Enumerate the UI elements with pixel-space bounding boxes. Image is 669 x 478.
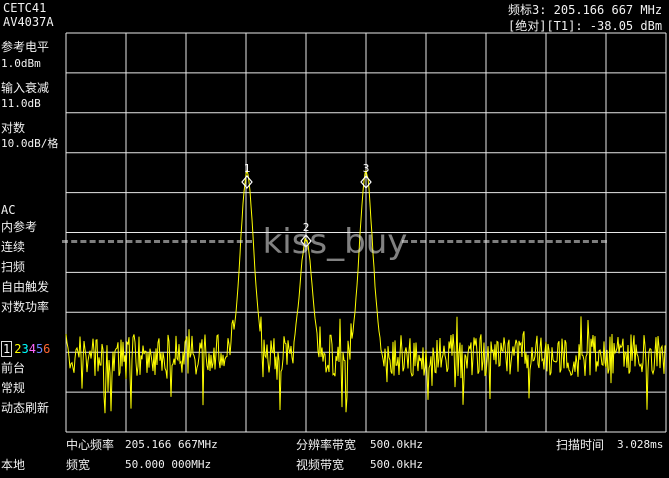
detector-label[interactable]: 对数功率 bbox=[1, 300, 49, 314]
mode-label[interactable]: 常规 bbox=[1, 381, 25, 395]
sweep-mode-label[interactable]: 连续 bbox=[1, 240, 25, 254]
sweep-time-label[interactable]: 扫描时间 bbox=[556, 438, 604, 452]
refresh-label[interactable]: 动态刷新 bbox=[1, 401, 49, 415]
marker-1-diamond bbox=[241, 175, 253, 189]
span-value: 50.000 000MHz bbox=[125, 458, 212, 471]
scale-label[interactable]: 对数 bbox=[1, 121, 25, 135]
rbw-label[interactable]: 分辨率带宽 bbox=[296, 438, 356, 452]
rbw-value: 500.0kHz bbox=[370, 438, 423, 451]
span-label[interactable]: 频宽 bbox=[66, 458, 90, 472]
marker-3-label: 3 bbox=[363, 162, 370, 175]
atten-label[interactable]: 输入衰减 bbox=[1, 81, 49, 95]
sweep-type-label[interactable]: 扫频 bbox=[1, 260, 25, 274]
display-label[interactable]: 前台 bbox=[1, 361, 25, 375]
vbw-value: 500.0kHz bbox=[370, 458, 423, 471]
coupling-label[interactable]: AC bbox=[1, 203, 15, 217]
marker-amplitude-readout: [绝对][T1]: -38.05 dBm bbox=[508, 19, 663, 33]
model-label: AV4037A bbox=[3, 15, 54, 29]
marker-1-label: 1 bbox=[244, 162, 251, 175]
trace-1-selector[interactable]: 1 bbox=[1, 341, 13, 357]
scale-value: 10.0dB/格 bbox=[1, 137, 59, 150]
ref-source-label[interactable]: 内参考 bbox=[1, 220, 37, 234]
trace-3-selector[interactable]: 3 bbox=[21, 342, 28, 356]
ref-level-label[interactable]: 参考电平 bbox=[1, 40, 49, 54]
ref-level-value: 1.0dBm bbox=[1, 57, 41, 70]
atten-value: 11.0dB bbox=[1, 97, 41, 110]
trace-2-selector[interactable]: 2 bbox=[12, 342, 21, 356]
marker-frequency-readout: 频标3: 205.166 667 MHz bbox=[508, 3, 663, 17]
vbw-label[interactable]: 视频带宽 bbox=[296, 458, 344, 472]
trace-4-selector[interactable]: 4 bbox=[29, 342, 36, 356]
trace-selector[interactable]: 1 23456 bbox=[1, 341, 50, 357]
center-freq-value: 205.166 667MHz bbox=[125, 438, 218, 451]
trigger-label[interactable]: 自由触发 bbox=[1, 280, 49, 294]
trace-5-selector[interactable]: 5 bbox=[36, 342, 43, 356]
watermark-text: kiss_buy bbox=[262, 222, 408, 262]
trace-6-selector[interactable]: 6 bbox=[43, 342, 50, 356]
brand-label: CETC41 bbox=[3, 1, 47, 15]
sweep-time-value: 3.028ms bbox=[617, 438, 664, 451]
local-label: 本地 bbox=[1, 458, 26, 472]
center-freq-label[interactable]: 中心频率 bbox=[66, 438, 114, 452]
